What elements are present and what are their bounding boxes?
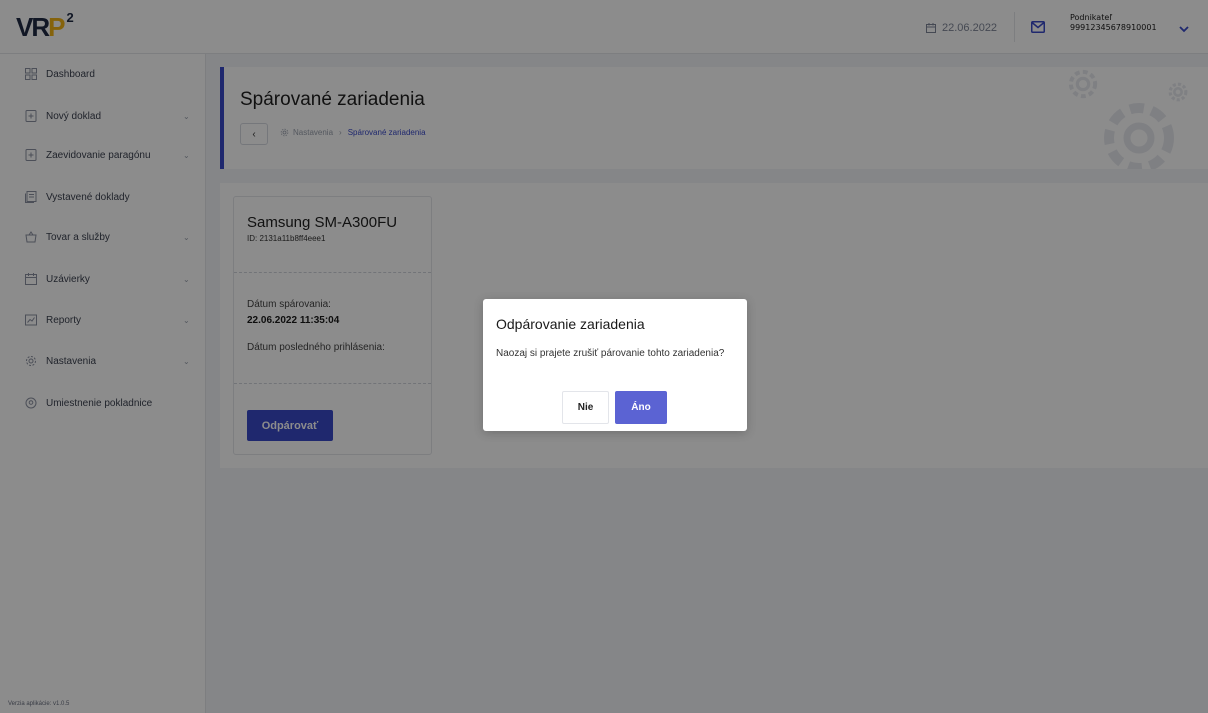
dialog-message: Naozaj si prajete zrušiť párovanie tohto… [496, 348, 725, 359]
unpair-confirm-dialog: Odpárovanie zariadenia Naozaj si prajete… [483, 299, 747, 431]
confirm-button[interactable]: Áno [615, 391, 667, 424]
dialog-title: Odpárovanie zariadenia [496, 316, 645, 332]
cancel-button[interactable]: Nie [562, 391, 609, 424]
